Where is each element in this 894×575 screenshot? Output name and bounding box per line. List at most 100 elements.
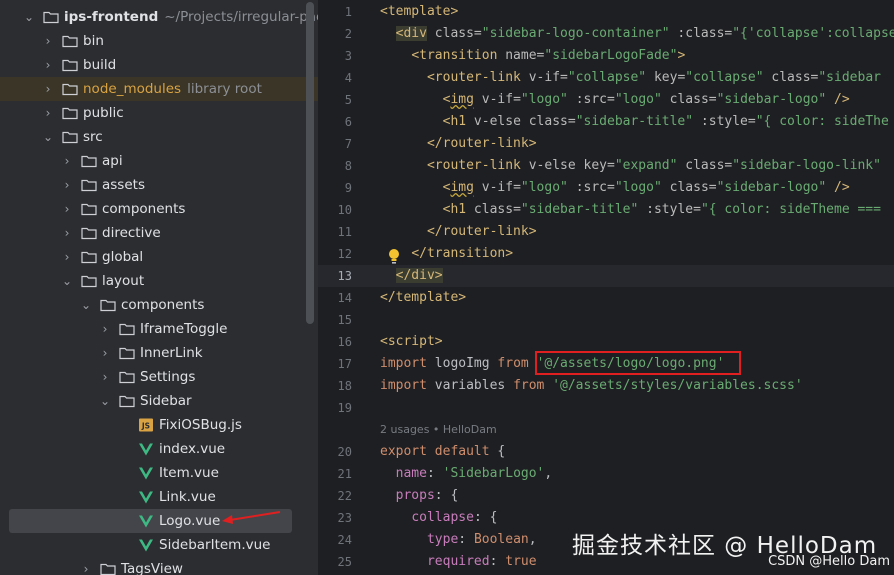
tree-item-index-vue[interactable]: index.vue <box>0 437 318 461</box>
code-token: "sidebar-title" <box>520 202 639 217</box>
code-line[interactable]: <router-link v-else key="expand" class="… <box>380 155 881 177</box>
code-token: : { <box>434 488 459 503</box>
code-token: "collapse" <box>567 70 647 85</box>
line-number: 17 <box>337 357 352 371</box>
tree-item-components[interactable]: ⌄ components <box>0 293 318 317</box>
chevron-down-icon[interactable]: ⌄ <box>98 394 112 408</box>
code-line[interactable]: </router-link> <box>380 133 537 155</box>
tree-scrollbar[interactable] <box>306 2 314 324</box>
line-number: 18 <box>337 379 352 393</box>
chevron-right-icon[interactable]: › <box>41 106 55 120</box>
chevron-right-icon[interactable]: › <box>98 370 112 384</box>
code-line[interactable]: <img v-if="logo" :src="logo" class="side… <box>380 177 850 199</box>
code-line[interactable]: </router-link> <box>380 221 537 243</box>
chevron-right-icon[interactable]: › <box>98 346 112 360</box>
code-line[interactable]: <script> <box>380 331 443 353</box>
code-line[interactable]: type: Boolean, <box>380 529 537 551</box>
folder-icon <box>80 225 98 241</box>
tree-item-item-vue[interactable]: Item.vue <box>0 461 318 485</box>
tree-item-label: components <box>121 297 205 313</box>
chevron-right-icon[interactable]: › <box>41 58 55 72</box>
chevron-right-icon[interactable]: › <box>98 322 112 336</box>
chevron-right-icon[interactable]: › <box>41 34 55 48</box>
chevron-right-icon[interactable]: › <box>79 562 93 575</box>
code-token: v-if= <box>520 70 568 85</box>
tree-item-node-modules[interactable]: › node_modules library root <box>0 77 318 101</box>
tree-item-fixiosbug-js[interactable]: JS FixiOSBug.js <box>0 413 318 437</box>
code-line[interactable]: <h1 v-else class="sidebar-title" :style=… <box>380 111 889 133</box>
tree-item-sidebar[interactable]: ⌄ Sidebar <box>0 389 318 413</box>
code-token: "sidebar-title" <box>575 114 694 129</box>
tree-item-components[interactable]: › components <box>0 197 318 221</box>
chevron-right-icon[interactable]: › <box>60 250 74 264</box>
tree-item-sidebaritem-vue[interactable]: SidebarItem.vue <box>0 533 318 557</box>
chevron-right-icon[interactable]: › <box>60 178 74 192</box>
tree-item-api[interactable]: › api <box>0 149 318 173</box>
line-number: 1 <box>344 5 352 19</box>
tree-item-hint: library root <box>187 81 262 97</box>
code-line[interactable]: name: 'SidebarLogo', <box>380 463 553 485</box>
code-line[interactable]: required: true <box>380 551 537 573</box>
tree-item-label: layout <box>102 273 145 289</box>
tree-item-build[interactable]: › build <box>0 53 318 77</box>
tree-item-src[interactable]: ⌄ src <box>0 125 318 149</box>
tree-item-iframetoggle[interactable]: › IframeToggle <box>0 317 318 341</box>
tree-item-innerlink[interactable]: › InnerLink <box>0 341 318 365</box>
project-tree[interactable]: ⌄ ips-frontend ~/Projects/irregular-packin… <box>0 0 318 575</box>
code-token: <div <box>395 26 427 41</box>
tree-item-bin[interactable]: › bin <box>0 29 318 53</box>
chevron-down-icon[interactable]: ⌄ <box>60 274 74 288</box>
chevron-right-icon[interactable]: › <box>41 82 55 96</box>
code-line[interactable]: </template> <box>380 287 466 309</box>
lightbulb-icon[interactable] <box>387 248 401 266</box>
chevron-down-icon[interactable]: ⌄ <box>79 298 93 312</box>
code-line[interactable]: <transition name="sidebarLogoFade"> <box>380 45 685 67</box>
code-line[interactable]: import variables from '@/assets/styles/v… <box>380 375 803 397</box>
tree-item-label: src <box>83 129 103 145</box>
code-token: "sidebar <box>818 70 881 85</box>
code-line[interactable]: <template> <box>380 1 458 23</box>
tree-item-settings[interactable]: › Settings <box>0 365 318 389</box>
code-line[interactable]: <h1 class="sidebar-title" :style="{ colo… <box>380 199 881 221</box>
usages-inlay-hint[interactable]: 2 usages • HelloDam <box>380 419 497 441</box>
chevron-down-icon[interactable]: ⌄ <box>41 130 55 144</box>
tree-item-public[interactable]: › public <box>0 101 318 125</box>
code-line[interactable]: props: { <box>380 485 459 507</box>
line-number: 8 <box>344 159 352 173</box>
tree-item-link-vue[interactable]: Link.vue <box>0 485 318 509</box>
code-token: { <box>489 444 506 459</box>
code-line[interactable]: export default { <box>380 441 505 463</box>
line-number: 15 <box>337 313 352 327</box>
chevron-right-icon[interactable]: › <box>60 154 74 168</box>
tree-item-tagsview[interactable]: › TagsView <box>0 557 318 575</box>
code-line[interactable]: <img v-if="logo" :src="logo" class="side… <box>380 89 850 111</box>
tree-item-layout[interactable]: ⌄ layout <box>0 269 318 293</box>
code-token: </transition> <box>411 246 514 261</box>
line-number: 19 <box>337 401 352 415</box>
tree-item-directive[interactable]: › directive <box>0 221 318 245</box>
code-token: : <box>426 466 443 481</box>
code-line[interactable]: <div class="sidebar-logo-container" :cla… <box>380 23 894 45</box>
code-line[interactable]: collapse: { <box>380 507 497 529</box>
tree-item-global[interactable]: › global <box>0 245 318 269</box>
tree-item-ips-frontend[interactable]: ⌄ ips-frontend ~/Projects/irregular-packin… <box>0 5 318 29</box>
folder-icon <box>61 129 79 145</box>
highlight-box <box>535 351 741 375</box>
code-editor[interactable]: 1 2 3 4 5 6 7 8 9 10 11 12 13 14 15 16 17 18 19 20 21 22 23 24 2… <box>318 0 894 575</box>
code-line[interactable]: </div> <box>380 265 443 287</box>
chevron-right-icon[interactable]: › <box>60 226 74 240</box>
ide-window: ⌄ ips-frontend ~/Projects/irregular-packin… <box>0 0 894 575</box>
tree-item-label: Link.vue <box>159 489 216 505</box>
code-token: "logo" <box>614 92 662 107</box>
code-token: class= <box>763 70 819 85</box>
tree-item-assets[interactable]: › assets <box>0 173 318 197</box>
chevron-down-icon[interactable]: ⌄ <box>22 10 36 24</box>
code-token: </template> <box>380 290 467 305</box>
chevron-right-icon[interactable]: › <box>60 202 74 216</box>
red-arrow-annotation <box>222 511 281 524</box>
code-line[interactable]: <router-link v-if="collapse" key="collap… <box>380 67 881 89</box>
